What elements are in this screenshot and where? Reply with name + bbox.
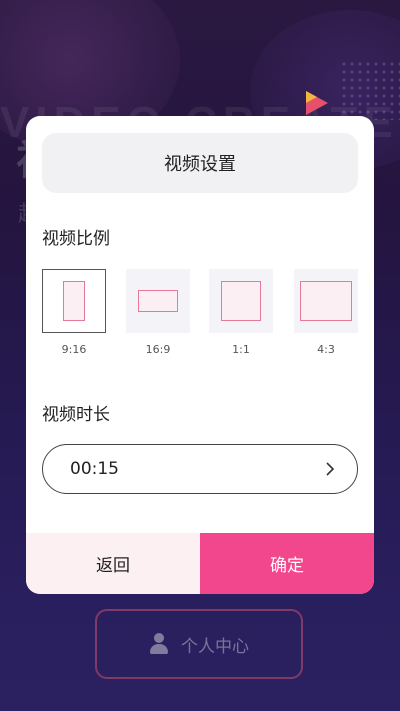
duration-section-label: 视频时长	[42, 405, 110, 425]
standard-ratio-icon	[300, 281, 352, 321]
ratio-option-16-9[interactable]: 16:9	[126, 269, 190, 356]
video-settings-dialog: 视频设置 视频比例 9:16 16:9 1:1 4:3 视频时长 00:15 返…	[26, 116, 374, 594]
ratio-caption: 9:16	[61, 343, 87, 356]
portrait-ratio-icon	[63, 281, 85, 321]
ratio-preview	[126, 269, 190, 333]
back-button[interactable]: 返回	[26, 533, 200, 594]
duration-select[interactable]: 00:15	[42, 444, 358, 494]
dialog-title: 视频设置	[42, 133, 358, 193]
chevron-right-icon	[323, 462, 337, 476]
ratio-options: 9:16 16:9 1:1 4:3	[42, 269, 362, 359]
ratio-option-9-16[interactable]: 9:16	[42, 269, 106, 356]
square-ratio-icon	[221, 281, 261, 321]
user-icon	[149, 633, 169, 655]
ratio-option-1-1[interactable]: 1:1	[209, 269, 273, 356]
ratio-caption: 4:3	[317, 343, 335, 356]
personal-center-button: 个人中心	[95, 609, 303, 679]
landscape-ratio-icon	[138, 290, 178, 312]
ratio-preview	[294, 269, 358, 333]
ratio-section-label: 视频比例	[42, 229, 110, 249]
dialog-footer: 返回 确定	[26, 533, 374, 594]
ratio-preview	[209, 269, 273, 333]
ratio-option-4-3[interactable]: 4:3	[294, 269, 358, 356]
ratio-caption: 16:9	[145, 343, 171, 356]
duration-value: 00:15	[70, 459, 119, 479]
ratio-caption: 1:1	[232, 343, 250, 356]
play-icon	[306, 91, 328, 115]
ratio-preview	[42, 269, 106, 333]
confirm-button[interactable]: 确定	[200, 533, 374, 594]
personal-center-label: 个人中心	[181, 636, 249, 657]
